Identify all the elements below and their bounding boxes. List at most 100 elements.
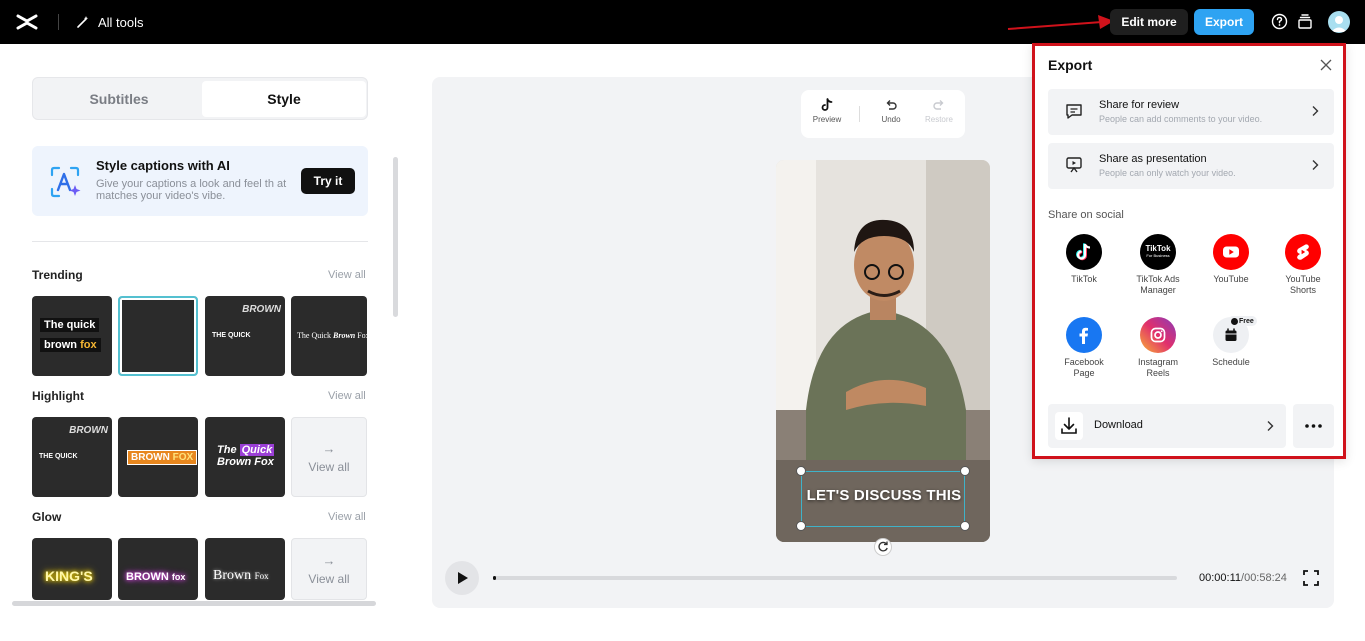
- tiktok-ads-share-button[interactable]: TikTok For Business TikTok Ads Manager: [1123, 234, 1193, 296]
- share-option-label: Share for review: [1099, 99, 1180, 111]
- rotate-icon: [878, 541, 888, 552]
- social-label: Instagram Reels: [1137, 357, 1179, 378]
- help-icon[interactable]: [1271, 13, 1288, 30]
- section-title-highlight: Highlight: [32, 389, 84, 403]
- caption-selection-box[interactable]: LET'S DISCUSS THIS: [801, 471, 965, 527]
- ai-style-card: Style captions with AI Give your caption…: [32, 146, 368, 216]
- youtube-share-button[interactable]: YouTube: [1196, 234, 1266, 285]
- tiktok-share-button[interactable]: TikTok: [1049, 234, 1119, 285]
- view-all-trending-link[interactable]: View all: [328, 269, 366, 281]
- caption-text[interactable]: LET'S DISCUSS THIS: [802, 487, 966, 504]
- share-option-label: Share as presentation: [1099, 153, 1207, 165]
- style-tile[interactable]: The quick brown fox: [32, 296, 112, 376]
- comment-icon: [1066, 104, 1082, 119]
- youtube-shorts-icon: [1285, 234, 1321, 270]
- instagram-icon: [1140, 317, 1176, 353]
- capcut-logo[interactable]: [16, 11, 38, 33]
- chevron-right-icon: [1267, 421, 1274, 431]
- tile-text: Brown Fox: [213, 568, 269, 583]
- tab-style[interactable]: Style: [202, 81, 366, 117]
- style-tile[interactable]: Brown Fox: [205, 538, 285, 600]
- style-tile[interactable]: BROWN THE QUICK: [32, 417, 112, 497]
- vertical-scrollbar[interactable]: [393, 157, 398, 317]
- try-it-button[interactable]: Try it: [301, 168, 355, 194]
- share-for-review-button[interactable]: Share for review People can add comments…: [1048, 89, 1334, 135]
- chevron-right-icon: [1312, 160, 1319, 170]
- share-option-description: People can add comments to your video.: [1099, 114, 1263, 124]
- layers-icon[interactable]: [1297, 13, 1313, 30]
- presentation-icon: [1066, 157, 1082, 173]
- instagram-share-button[interactable]: Instagram Reels: [1123, 317, 1193, 379]
- edit-more-button[interactable]: Edit more: [1110, 9, 1188, 35]
- style-tile[interactable]: BROWN fox: [118, 538, 198, 600]
- style-tile[interactable]: The Quick Brown Fox: [291, 296, 367, 376]
- avatar[interactable]: [1328, 11, 1350, 33]
- resize-handle[interactable]: [796, 466, 806, 476]
- social-label: Facebook Page: [1064, 357, 1104, 378]
- horizontal-scrollbar[interactable]: [12, 601, 376, 606]
- tile-text: THE QUICK: [39, 453, 78, 460]
- all-tools-label: All tools: [98, 14, 144, 30]
- rotate-handle[interactable]: [874, 538, 892, 556]
- ai-card-title: Style captions with AI: [96, 158, 230, 173]
- restore-label: Restore: [924, 115, 953, 124]
- close-icon[interactable]: [1320, 59, 1332, 71]
- download-label: Download: [1094, 419, 1143, 431]
- resize-handle[interactable]: [796, 521, 806, 531]
- tile-text: KING'S: [45, 568, 93, 584]
- view-all-glow-link[interactable]: View all: [328, 511, 366, 523]
- preview-button[interactable]: Preview: [807, 98, 847, 124]
- undo-button[interactable]: Undo: [871, 98, 911, 124]
- preview-label: Preview: [812, 115, 842, 124]
- section-title-trending: Trending: [32, 268, 83, 282]
- undo-label: Undo: [881, 115, 901, 124]
- view-all-label: View all: [308, 459, 350, 474]
- facebook-icon: [1066, 317, 1102, 353]
- tile-text: The Quick Brown Fox: [217, 444, 275, 468]
- dollar-icon: [1231, 317, 1238, 325]
- view-all-label: View all: [308, 571, 350, 586]
- download-icon: [1055, 412, 1083, 440]
- tile-text: BROWN FOX: [127, 450, 198, 465]
- tiktok-ads-icon: TikTok For Business: [1140, 234, 1176, 270]
- tile-text: THE QUICK: [212, 332, 251, 339]
- user-icon: [1331, 16, 1347, 32]
- arrow-right-icon: →: [322, 440, 336, 456]
- timeline-scrubber[interactable]: [493, 576, 1177, 580]
- share-as-presentation-button[interactable]: Share as presentation People can only wa…: [1048, 143, 1334, 189]
- export-panel: Export Share for review People can add c…: [1032, 43, 1346, 459]
- timeline-progress: [493, 576, 497, 580]
- tiktok-icon: [1066, 234, 1102, 270]
- style-tile[interactable]: KING'S: [32, 538, 112, 600]
- resize-handle[interactable]: [960, 521, 970, 531]
- total-time: /00:58:24: [1241, 572, 1287, 584]
- current-time: 00:00:11: [1199, 572, 1242, 584]
- fullscreen-icon[interactable]: [1303, 570, 1319, 586]
- restore-button[interactable]: Restore: [919, 98, 959, 124]
- youtube-shorts-share-button[interactable]: YouTube Shorts: [1268, 234, 1338, 296]
- tab-subtitles[interactable]: Subtitles: [36, 81, 202, 117]
- red-arrow-annotation: [1007, 15, 1114, 30]
- share-on-social-title: Share on social: [1048, 209, 1124, 221]
- facebook-share-button[interactable]: Facebook Page: [1049, 317, 1119, 379]
- play-button[interactable]: [445, 561, 479, 595]
- export-button[interactable]: Export: [1194, 9, 1254, 35]
- tiktok-icon: [821, 98, 833, 111]
- ai-caption-icon: [50, 166, 81, 198]
- tiktok-ads-badge: TikTok: [1145, 244, 1171, 253]
- view-all-tile[interactable]: → View all: [291, 538, 367, 600]
- view-all-tile[interactable]: → View all: [291, 417, 367, 497]
- style-tile[interactable]: BROWN FOX: [118, 417, 198, 497]
- resize-handle[interactable]: [960, 466, 970, 476]
- all-tools-button[interactable]: All tools: [76, 12, 144, 32]
- download-button[interactable]: Download: [1048, 404, 1286, 448]
- tile-text: BROWN fox: [126, 571, 186, 583]
- tiktok-ads-badge-sub: For Business: [1146, 253, 1170, 258]
- youtube-icon: [1213, 234, 1249, 270]
- style-tile[interactable]: The Quick Brown Fox: [205, 417, 285, 497]
- social-label: YouTube Shorts: [1285, 274, 1321, 295]
- view-all-highlight-link[interactable]: View all: [328, 390, 366, 402]
- style-tile-selected[interactable]: [118, 296, 198, 376]
- more-options-button[interactable]: [1293, 404, 1334, 448]
- style-tile[interactable]: BROWN THE QUICK: [205, 296, 285, 376]
